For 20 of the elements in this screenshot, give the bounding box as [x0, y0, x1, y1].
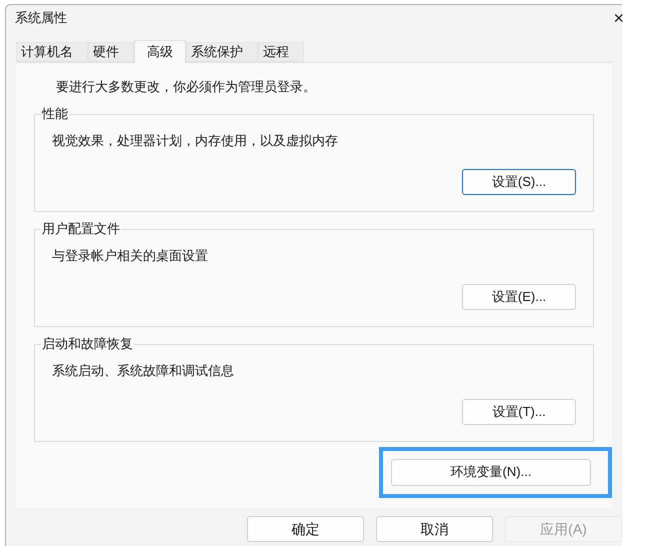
- group-title: 启动和故障恢复: [41, 336, 134, 352]
- group-title: 用户配置文件: [41, 220, 121, 236]
- group-description: 系统启动、系统故障和调试信息: [52, 362, 235, 380]
- settings-button[interactable]: 设置(T)...: [462, 399, 576, 425]
- tab[interactable]: 硬件: [88, 42, 134, 62]
- close-button[interactable]: ×: [613, 9, 624, 27]
- tab[interactable]: 高级: [134, 40, 186, 63]
- notice-text: 要进行大多数更改，你必须作为管理员登录。: [56, 78, 317, 96]
- group-description: 与登录帐户相关的桌面设置: [52, 246, 209, 264]
- settings-button[interactable]: 设置(E)...: [462, 284, 576, 310]
- group-description: 视觉效果，处理器计划，内存使用，以及虚拟内存: [52, 132, 339, 150]
- environment-variables-button[interactable]: 环境变量(N)...: [391, 458, 591, 486]
- tab[interactable]: 计算机名: [16, 42, 88, 62]
- tab[interactable]: 系统保护: [186, 42, 258, 62]
- settings-button[interactable]: 设置(S)...: [462, 169, 576, 195]
- window-title: 系统属性: [15, 9, 67, 28]
- dialog-button[interactable]: 取消: [376, 516, 493, 542]
- dialog-button[interactable]: 确定: [247, 516, 364, 542]
- tab[interactable]: 远程: [258, 42, 304, 62]
- group-title: 性能: [41, 106, 69, 122]
